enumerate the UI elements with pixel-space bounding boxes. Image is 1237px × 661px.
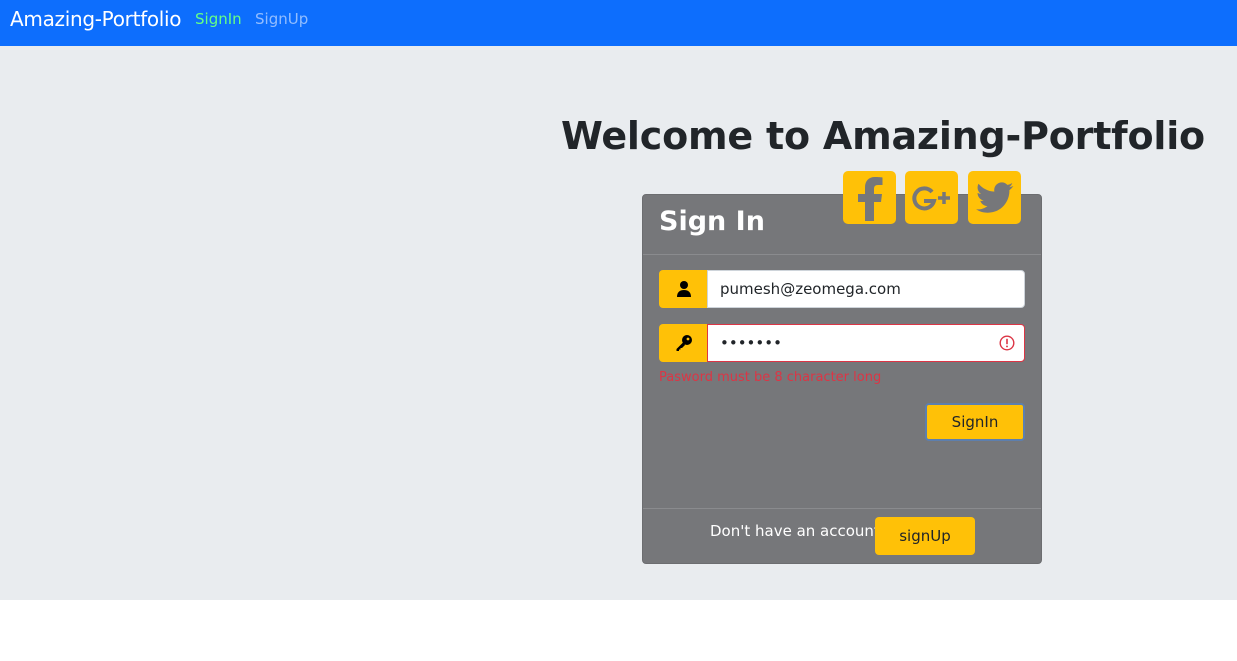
email-field[interactable]: [707, 270, 1025, 308]
password-addon: [659, 324, 708, 362]
signin-button[interactable]: SignIn: [925, 403, 1025, 441]
google-plus-icon: [911, 185, 950, 210]
signup-button[interactable]: signUp: [875, 517, 975, 555]
twitter-button[interactable]: [968, 171, 1021, 224]
key-icon: [676, 335, 692, 351]
facebook-icon: [857, 176, 882, 221]
card-header: Sign In: [643, 171, 1041, 255]
google-plus-button[interactable]: [905, 171, 958, 224]
password-field[interactable]: [707, 324, 1025, 362]
error-icon: [999, 335, 1015, 351]
facebook-button[interactable]: [843, 171, 896, 224]
nav-link-signin[interactable]: SignIn: [195, 10, 242, 28]
user-icon: [676, 281, 691, 297]
brand-logo-text[interactable]: Amazing-Portfolio: [10, 7, 182, 31]
password-input-group: [659, 324, 1025, 362]
password-error-message: Pasword must be 8 character long: [659, 370, 882, 385]
email-input-group: [659, 270, 1025, 308]
main-content: Welcome to Amazing-Portfolio Sign In pum…: [0, 46, 1237, 600]
navbar: Amazing-Portfolio SignIn SignUp: [0, 0, 1237, 46]
nav-link-signup[interactable]: SignUp: [255, 10, 308, 28]
welcome-heading: Welcome to Amazing-Portfolio: [561, 114, 1205, 158]
card-title: Sign In: [659, 206, 765, 237]
signin-card: Sign In pumesh@zeomega.com ••••••• Paswo…: [642, 171, 1042, 564]
twitter-icon: [975, 181, 1013, 213]
email-addon: [659, 270, 708, 308]
no-account-text: Don't have an account?: [710, 522, 888, 540]
card-footer: Don't have an account? signUp: [643, 508, 1041, 563]
